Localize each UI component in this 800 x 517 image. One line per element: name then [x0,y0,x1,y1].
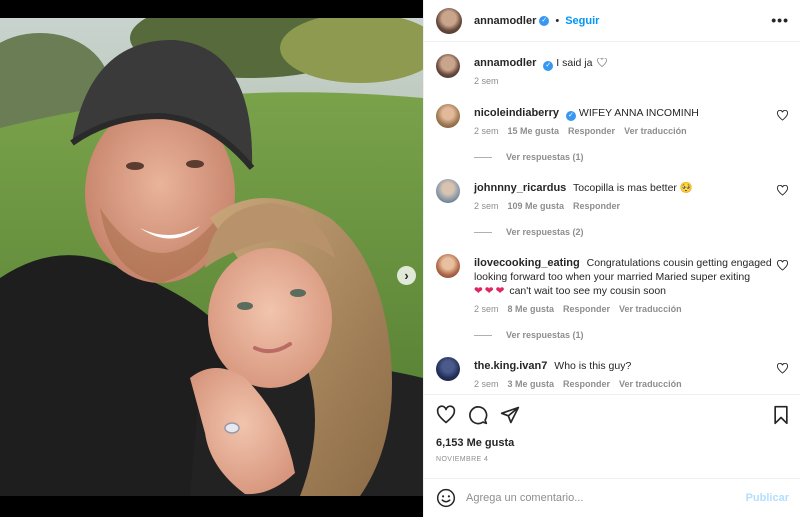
translate-button[interactable]: Ver traducción [624,126,687,136]
likes-count[interactable]: 6,153 Me gusta [436,437,514,449]
comment-time: 2 sem [474,201,499,211]
instagram-post: › annamodler ✓ • Seguir ••• annamodler ✓ … [0,0,800,517]
post-date: NOVIEMBRE 4 [436,456,489,463]
post-header: annamodler ✓ • Seguir ••• [424,0,800,42]
comment-meta: 2 sem 8 Me gusta Responder Ver traducció… [474,304,682,314]
comment-body: Tocopilla is mas better [573,182,677,194]
comment-text: the.king.ivan7 Who is this guy? [474,359,774,373]
red-hearts-emoji: ❤❤❤ [474,285,507,297]
chevron-right-icon: › [404,268,409,283]
comment-likes[interactable]: 3 Me gusta [508,379,555,389]
view-replies-label: Ver respuestas (1) [506,330,584,340]
caption-username[interactable]: annamodler [474,57,536,69]
translate-button[interactable]: Ver traducción [619,379,682,389]
commenter-avatar[interactable] [436,104,460,128]
pleading-face-emoji: 🥺 [679,182,693,194]
post-side-panel: annamodler ✓ • Seguir ••• annamodler ✓ I … [423,0,800,517]
comment-text: nicoleindiaberry ✓ WIFEY ANNA INCOMINH [474,106,774,121]
follow-button[interactable]: Seguir [565,15,599,27]
emoji-icon[interactable] [436,488,456,508]
reply-button[interactable]: Responder [568,126,615,136]
commenter-avatar[interactable] [436,357,460,381]
publish-button[interactable]: Publicar [746,492,789,504]
more-options-icon[interactable]: ••• [771,12,789,28]
share-icon[interactable] [500,405,520,425]
replies-line [474,231,492,233]
add-comment-bar: Publicar [424,478,800,517]
comment-text: ilovecooking_eating Congratulations cous… [474,256,774,298]
author-username[interactable]: annamodler [474,15,536,27]
caption-time: 2 sem [474,76,499,86]
comment-like-icon[interactable] [777,110,788,121]
action-icons [436,405,520,425]
verified-badge-icon: ✓ [543,61,554,71]
comment-time: 2 sem [474,126,499,136]
comment-text: johnnny_ricardus Tocopilla is mas better… [474,181,774,195]
caption-meta: 2 sem [474,76,499,86]
reply-button[interactable]: Responder [563,379,610,389]
caption-body: I said ja [556,57,593,69]
view-replies-button[interactable]: Ver respuestas (1) [474,152,584,162]
comment-time: 2 sem [474,379,499,389]
comment-username[interactable]: nicoleindiaberry [474,107,559,119]
post-media: › [0,0,423,517]
commenter-avatar[interactable] [436,254,460,278]
reply-button[interactable]: Responder [573,201,620,211]
comment-like-icon[interactable] [777,185,788,196]
comment-body: WIFEY ANNA INCOMINH [578,107,699,119]
comment-meta: 2 sem 15 Me gusta Responder Ver traducci… [474,126,687,136]
bookmark-icon[interactable] [771,405,791,425]
comment-body: Who is this guy? [554,360,632,372]
comment-meta: 2 sem 3 Me gusta Responder Ver traducció… [474,379,682,389]
comment-likes[interactable]: 15 Me gusta [508,126,560,136]
comment-username[interactable]: the.king.ivan7 [474,360,547,372]
view-replies-label: Ver respuestas (2) [506,227,584,237]
comment-body-cont: can't wait too see my cousin soon [509,285,666,297]
commenter-avatar[interactable] [436,179,460,203]
comment-like-icon[interactable] [777,260,788,271]
like-icon[interactable] [436,405,456,425]
view-replies-label: Ver respuestas (1) [506,152,584,162]
replies-line [474,334,492,336]
comments-list[interactable]: annamodler ✓ I said ja 2 sem nicoleindiab… [424,42,800,394]
verified-badge-icon: ✓ [565,111,576,121]
comment-meta: 2 sem 109 Me gusta Responder [474,201,620,211]
comment-input[interactable] [466,492,726,504]
view-replies-button[interactable]: Ver respuestas (1) [474,330,584,340]
comment-likes[interactable]: 109 Me gusta [508,201,565,211]
reply-button[interactable]: Responder [563,304,610,314]
author-avatar[interactable] [436,54,460,78]
replies-line [474,156,492,158]
carousel-next-button[interactable]: › [397,266,416,285]
heart-outline-icon [597,57,608,68]
comment-likes[interactable]: 8 Me gusta [508,304,555,314]
view-replies-button[interactable]: Ver respuestas (2) [474,227,584,237]
verified-badge-icon: ✓ [539,15,550,26]
comment-icon[interactable] [468,405,488,425]
comment-like-icon[interactable] [777,363,788,374]
comment-username[interactable]: ilovecooking_eating [474,257,580,269]
post-photo[interactable]: › [0,18,423,496]
caption-text: annamodler ✓ I said ja [474,56,774,71]
comment-time: 2 sem [474,304,499,314]
translate-button[interactable]: Ver traducción [619,304,682,314]
header-separator: • [555,14,560,27]
comment-username[interactable]: johnnny_ricardus [474,182,566,194]
author-avatar[interactable] [436,7,462,34]
